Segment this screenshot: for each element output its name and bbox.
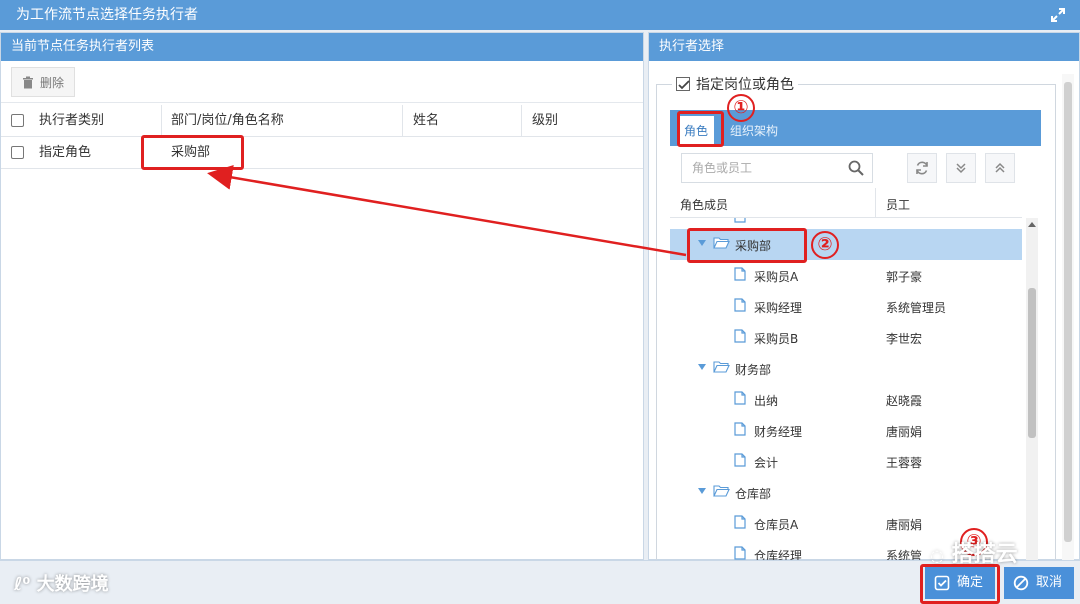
watermark-left: ℓ⁰ 大数跨境	[14, 570, 109, 596]
chat-bubble-icon: ◌	[930, 546, 944, 565]
logo-icon: ℓ⁰	[14, 574, 31, 595]
annotation-arrow	[207, 165, 687, 257]
watermark-right: ◌ 搭搭云	[930, 536, 1018, 568]
watermark-right-text: 搭搭云	[951, 542, 1018, 567]
watermark-left-text: 大数跨境	[36, 574, 109, 595]
